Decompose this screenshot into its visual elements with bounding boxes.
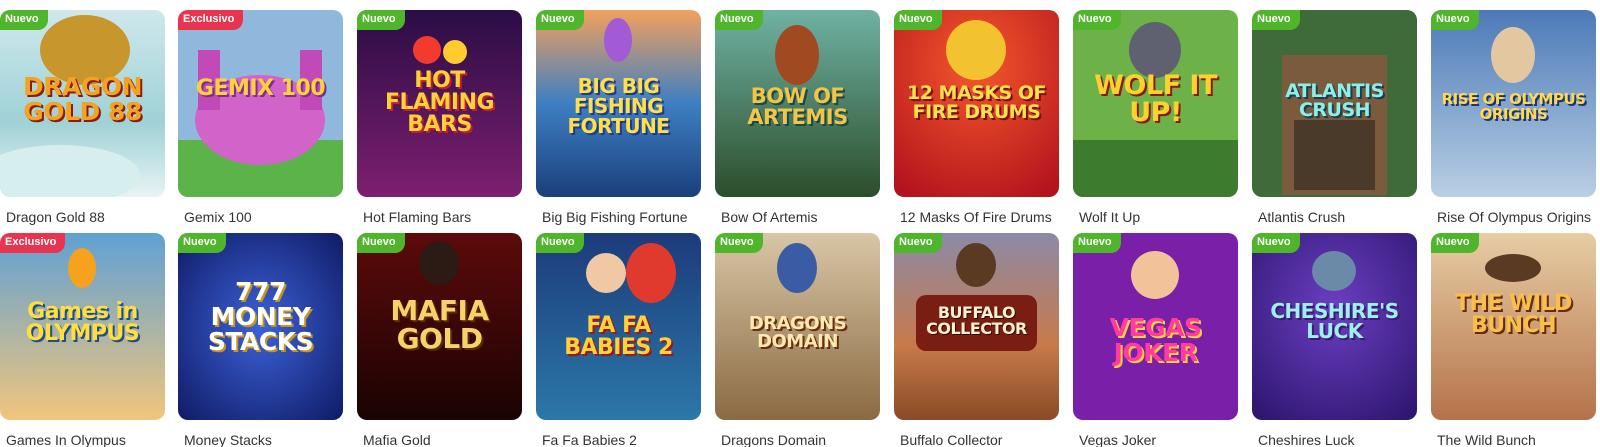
badge-nuevo: Nuevo bbox=[357, 233, 405, 253]
badge-nuevo: Nuevo bbox=[1252, 233, 1300, 253]
game-thumbnail[interactable]: Nuevo BUFFALO COLLECTOR bbox=[894, 233, 1059, 420]
badge-nuevo: Nuevo bbox=[715, 10, 763, 30]
badge-nuevo: Nuevo bbox=[1431, 233, 1479, 253]
badge-nuevo: Nuevo bbox=[536, 10, 584, 30]
game-card-12-masks-of-fire-drums[interactable]: Nuevo 12 MASKS OF FIRE DRUMS 12 Masks Of… bbox=[894, 10, 1059, 230]
game-logo: MAFIA GOLD bbox=[390, 294, 489, 355]
badge-nuevo: Nuevo bbox=[1073, 10, 1121, 30]
game-thumbnail[interactable]: Nuevo DRAGON GOLD 88 bbox=[0, 10, 165, 197]
game-logo: HOT FLAMING BARS bbox=[384, 68, 495, 137]
game-title[interactable]: The Wild Bunch bbox=[1437, 432, 1597, 447]
badge-nuevo: Nuevo bbox=[357, 10, 405, 30]
game-card-buffalo-collector[interactable]: Nuevo BUFFALO COLLECTOR Buffalo Collecto… bbox=[894, 233, 1059, 447]
game-card-mafia-gold[interactable]: Nuevo MAFIA GOLD Mafia Gold bbox=[357, 233, 522, 447]
game-thumbnail[interactable]: Exclusivo GEMIX 100 bbox=[178, 10, 343, 197]
game-logo: Games in OLYMPUS bbox=[25, 299, 140, 346]
game-title[interactable]: Mafia Gold bbox=[363, 432, 523, 447]
badge-nuevo: Nuevo bbox=[894, 10, 942, 30]
game-logo: BIG BIG FISHING FORTUNE bbox=[567, 74, 670, 138]
badge-nuevo: Nuevo bbox=[894, 233, 942, 253]
game-title[interactable]: Gemix 100 bbox=[184, 209, 344, 225]
game-thumbnail[interactable]: Nuevo 12 MASKS OF FIRE DRUMS bbox=[894, 10, 1059, 197]
game-card-dragon-gold-88[interactable]: Nuevo DRAGON GOLD 88 Dragon Gold 88 bbox=[0, 10, 165, 230]
game-thumbnail[interactable]: Nuevo ATLANTIS CRUSH bbox=[1252, 10, 1417, 197]
game-logo: ATLANTIS CRUSH bbox=[1285, 80, 1384, 121]
game-logo: VEGAS JOKER bbox=[1109, 313, 1202, 367]
badge-nuevo: Nuevo bbox=[1252, 10, 1300, 30]
game-thumbnail[interactable]: Exclusivo Games in OLYMPUS bbox=[0, 233, 165, 420]
game-title[interactable]: 12 Masks Of Fire Drums bbox=[900, 209, 1060, 225]
game-title[interactable]: Vegas Joker bbox=[1079, 432, 1239, 447]
game-card-games-in-olympus[interactable]: Exclusivo Games in OLYMPUS Games In Olym… bbox=[0, 233, 165, 447]
game-title[interactable]: Dragon Gold 88 bbox=[6, 209, 166, 225]
game-thumbnail[interactable]: Nuevo MAFIA GOLD bbox=[357, 233, 522, 420]
game-title[interactable]: Wolf It Up bbox=[1079, 209, 1239, 225]
badge-nuevo: Nuevo bbox=[715, 233, 763, 253]
game-thumbnail[interactable]: Nuevo FA FA BABIES 2 bbox=[536, 233, 701, 420]
badge-exclusivo: Exclusivo bbox=[178, 10, 244, 30]
game-title[interactable]: Hot Flaming Bars bbox=[363, 209, 523, 225]
game-title[interactable]: Money Stacks bbox=[184, 432, 344, 447]
game-thumbnail[interactable]: Nuevo HOT FLAMING BARS bbox=[357, 10, 522, 197]
game-card-bow-of-artemis[interactable]: Nuevo BOW OF ARTEMIS Bow Of Artemis bbox=[715, 10, 880, 230]
game-logo: 777 MONEY STACKS bbox=[207, 277, 314, 356]
game-thumbnail[interactable]: Nuevo BIG BIG FISHING FORTUNE bbox=[536, 10, 701, 197]
game-card-dragons-domain[interactable]: Nuevo DRAGONS DOMAIN Dragons Domain bbox=[715, 233, 880, 447]
badge-nuevo: Nuevo bbox=[0, 10, 48, 30]
game-card-cheshires-luck[interactable]: Nuevo CHESHIRE'S LUCK Cheshires Luck bbox=[1252, 233, 1417, 447]
game-thumbnail[interactable]: Nuevo DRAGONS DOMAIN bbox=[715, 233, 880, 420]
game-logo: DRAGON GOLD 88 bbox=[22, 72, 143, 126]
game-thumbnail[interactable]: Nuevo BOW OF ARTEMIS bbox=[715, 10, 880, 197]
game-logo: RISE OF OLYMPUS ORIGINS bbox=[1441, 90, 1586, 123]
game-title[interactable]: Rise Of Olympus Origins bbox=[1437, 209, 1597, 225]
game-title[interactable]: Big Big Fishing Fortune bbox=[542, 209, 702, 225]
game-card-big-big-fishing-fortune[interactable]: Nuevo BIG BIG FISHING FORTUNE Big Big Fi… bbox=[536, 10, 701, 230]
game-card-fa-fa-babies-2[interactable]: Nuevo FA FA BABIES 2 Fa Fa Babies 2 bbox=[536, 233, 701, 447]
game-logo: GEMIX 100 bbox=[195, 76, 326, 101]
badge-nuevo: Nuevo bbox=[178, 233, 226, 253]
game-thumbnail[interactable]: Nuevo WOLF IT UP! bbox=[1073, 10, 1238, 197]
game-logo: BUFFALO COLLECTOR bbox=[926, 303, 1027, 338]
badge-exclusivo: Exclusivo bbox=[0, 233, 66, 253]
game-logo: DRAGONS DOMAIN bbox=[748, 313, 847, 352]
game-card-wolf-it-up[interactable]: Nuevo WOLF IT UP! Wolf It Up bbox=[1073, 10, 1238, 230]
game-title[interactable]: Games In Olympus bbox=[6, 432, 166, 447]
game-title[interactable]: Cheshires Luck bbox=[1258, 432, 1418, 447]
game-card-the-wild-bunch[interactable]: Nuevo THE WILD BUNCH The Wild Bunch bbox=[1431, 233, 1596, 447]
game-card-atlantis-crush[interactable]: Nuevo ATLANTIS CRUSH Atlantis Crush bbox=[1252, 10, 1417, 230]
game-logo: BOW OF ARTEMIS bbox=[747, 84, 848, 129]
game-card-money-stacks[interactable]: Nuevo 777 MONEY STACKS Money Stacks bbox=[178, 233, 343, 447]
game-title[interactable]: Dragons Domain bbox=[721, 432, 881, 447]
game-card-gemix-100[interactable]: Exclusivo GEMIX 100 Gemix 100 bbox=[178, 10, 343, 230]
game-title[interactable]: Bow Of Artemis bbox=[721, 209, 881, 225]
game-card-rise-of-olympus-origins[interactable]: Nuevo RISE OF OLYMPUS ORIGINS Rise Of Ol… bbox=[1431, 10, 1596, 230]
game-logo: THE WILD BUNCH bbox=[1455, 291, 1572, 338]
game-logo: FA FA BABIES 2 bbox=[564, 313, 673, 360]
game-title[interactable]: Atlantis Crush bbox=[1258, 209, 1418, 225]
badge-nuevo: Nuevo bbox=[1431, 10, 1479, 30]
game-grid: Nuevo DRAGON GOLD 88 Dragon Gold 88 Excl… bbox=[0, 0, 1600, 447]
game-thumbnail[interactable]: Nuevo RISE OF OLYMPUS ORIGINS bbox=[1431, 10, 1596, 197]
game-logo: WOLF IT UP! bbox=[1094, 70, 1217, 128]
game-title[interactable]: Buffalo Collector bbox=[900, 432, 1060, 447]
game-card-vegas-joker[interactable]: Nuevo VEGAS JOKER Vegas Joker bbox=[1073, 233, 1238, 447]
game-title[interactable]: Fa Fa Babies 2 bbox=[542, 432, 702, 447]
wizard-icon bbox=[178, 10, 343, 197]
game-logo: CHESHIRE'S LUCK bbox=[1270, 299, 1399, 343]
game-thumbnail[interactable]: Nuevo CHESHIRE'S LUCK bbox=[1252, 233, 1417, 420]
game-thumbnail[interactable]: Nuevo 777 MONEY STACKS bbox=[178, 233, 343, 420]
game-card-hot-flaming-bars[interactable]: Nuevo HOT FLAMING BARS Hot Flaming Bars bbox=[357, 10, 522, 230]
badge-nuevo: Nuevo bbox=[1073, 233, 1121, 253]
game-logo: 12 MASKS OF FIRE DRUMS bbox=[906, 82, 1047, 123]
game-thumbnail[interactable]: Nuevo THE WILD BUNCH bbox=[1431, 233, 1596, 420]
game-thumbnail[interactable]: Nuevo VEGAS JOKER bbox=[1073, 233, 1238, 420]
badge-nuevo: Nuevo bbox=[536, 233, 584, 253]
